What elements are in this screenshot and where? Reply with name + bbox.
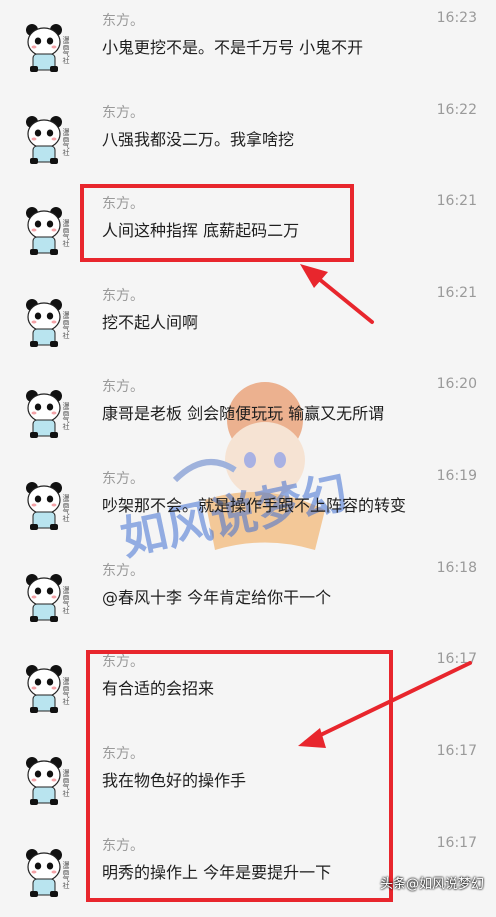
footer-watermark: 头条@如风说梦幻 [379,877,484,892]
avatar-panda-icon[interactable]: 漫画气社 [20,657,80,717]
highlight-box-1 [80,184,354,262]
highlight-box-2 [86,650,393,902]
sender-name: 东方。 [102,563,144,579]
avatar-panda-icon[interactable]: 漫画气社 [20,841,80,901]
message-row[interactable]: 漫画气社 东方。 16:21 挖不起人间啊 [0,275,496,367]
message-time: 16:21 [436,193,477,209]
message-row[interactable]: 漫画气社 东方。 16:18 @春风十李 今年肯定给你干一个 [0,550,496,642]
message-row[interactable]: 漫画气社 东方。 16:22 八强我都没二万。我拿啥挖 [0,92,496,184]
avatar-label: 漫画气社 [62,127,70,157]
avatar-panda-icon[interactable]: 漫画气社 [20,566,80,626]
sender-name: 东方。 [102,105,144,121]
avatar-panda-icon[interactable]: 漫画气社 [20,291,80,351]
message-row[interactable]: 漫画气社 东方。 16:19 吵架那不会。就是操作手跟不上阵容的转变 [0,458,496,550]
avatar-panda-icon[interactable]: 漫画气社 [20,749,80,809]
avatar-label: 漫画气社 [62,35,70,65]
message-time: 16:17 [436,651,477,667]
message-row[interactable]: 漫画气社 东方。 16:23 小鬼更挖不是。不是千万号 小鬼不开 [0,0,496,92]
message-time: 16:17 [436,835,477,851]
avatar-panda-icon[interactable]: 漫画气社 [20,382,80,442]
message-text: 八强我都没二万。我拿啥挖 [102,130,295,149]
message-time: 16:23 [436,10,477,26]
avatar-label: 漫画气社 [62,401,70,431]
message-text: 小鬼更挖不是。不是千万号 小鬼不开 [102,38,364,57]
sender-name: 东方。 [102,13,144,29]
sender-name: 东方。 [102,288,144,304]
avatar-label: 漫画气社 [62,860,70,890]
message-time: 16:22 [436,102,477,118]
message-text: 吵架那不会。就是操作手跟不上阵容的转变 [102,496,407,515]
avatar-label: 漫画气社 [62,585,70,615]
sender-name: 东方。 [102,471,144,487]
message-row[interactable]: 漫画气社 东方。 16:20 康哥是老板 剑会随便玩玩 输赢又无所谓 [0,366,496,458]
avatar-panda-icon[interactable]: 漫画气社 [20,108,80,168]
avatar-label: 漫画气社 [62,218,70,248]
message-time: 16:21 [436,285,477,301]
message-text: @春风十李 今年肯定给你干一个 [102,588,332,607]
avatar-panda-icon[interactable]: 漫画气社 [20,199,80,259]
message-time: 16:20 [436,376,477,392]
message-time: 16:19 [436,468,477,484]
message-text: 挖不起人间啊 [102,313,199,332]
avatar-label: 漫画气社 [62,676,70,706]
message-time: 16:18 [436,560,477,576]
avatar-label: 漫画气社 [62,768,70,798]
avatar-panda-icon[interactable]: 漫画气社 [20,474,80,534]
avatar-panda-icon[interactable]: 漫画气社 [20,16,80,76]
message-text: 康哥是老板 剑会随便玩玩 输赢又无所谓 [102,404,385,423]
avatar-label: 漫画气社 [62,493,70,523]
message-time: 16:17 [436,743,477,759]
sender-name: 东方。 [102,379,144,395]
avatar-label: 漫画气社 [62,310,70,340]
